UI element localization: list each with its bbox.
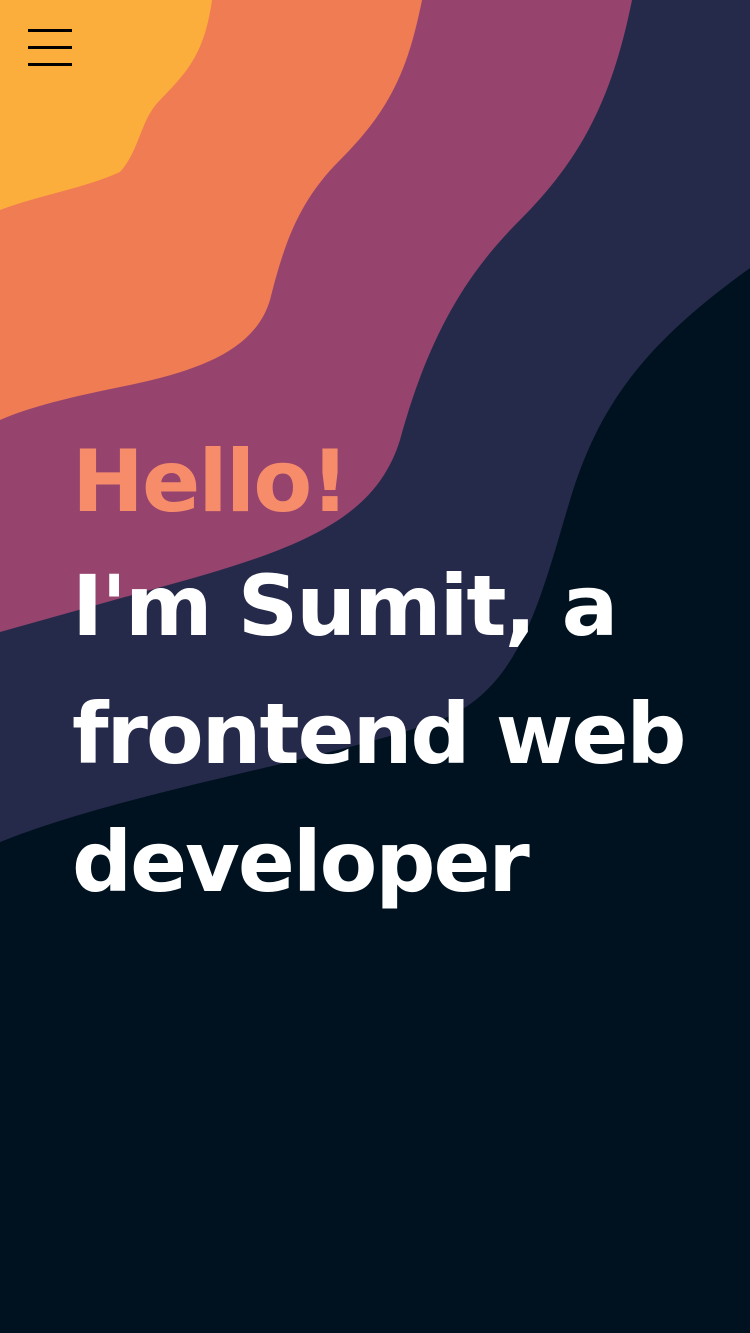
- menu-button[interactable]: [24, 22, 76, 72]
- hero-headline: I'm Sumit, a frontend web developer: [72, 557, 686, 911]
- hamburger-menu-icon: [28, 29, 72, 66]
- hero-greeting: Hello!: [72, 432, 350, 532]
- hero-section: Hello! I'm Sumit, a frontend web develop…: [72, 436, 732, 926]
- landing-page: Hello! I'm Sumit, a frontend web develop…: [0, 0, 750, 1333]
